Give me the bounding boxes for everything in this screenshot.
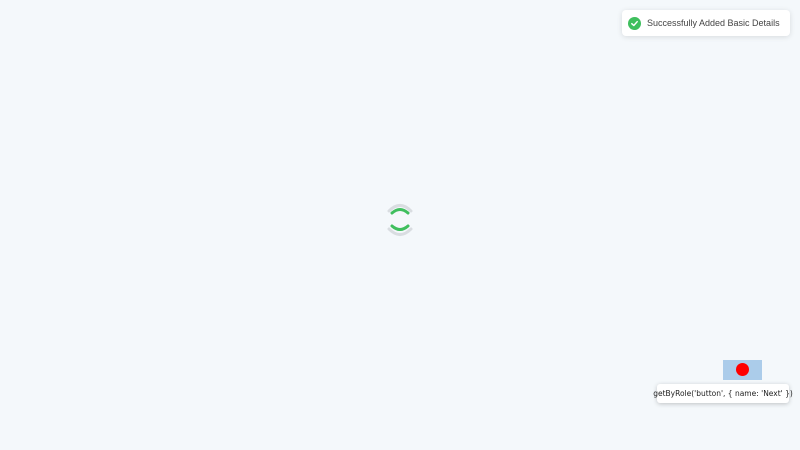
toast-message: Successfully Added Basic Details bbox=[647, 18, 780, 28]
click-cursor-dot bbox=[736, 363, 749, 376]
locator-tooltip: getByRole('button', { name: 'Next' }) bbox=[653, 384, 793, 403]
locator-text: getByRole('button', { name: 'Next' }) bbox=[653, 389, 793, 398]
loading-spinner-icon bbox=[384, 200, 416, 240]
success-toast: Successfully Added Basic Details bbox=[622, 10, 790, 36]
page: Successfully Added Basic Details getByRo… bbox=[0, 0, 800, 450]
check-circle-icon bbox=[628, 16, 641, 30]
